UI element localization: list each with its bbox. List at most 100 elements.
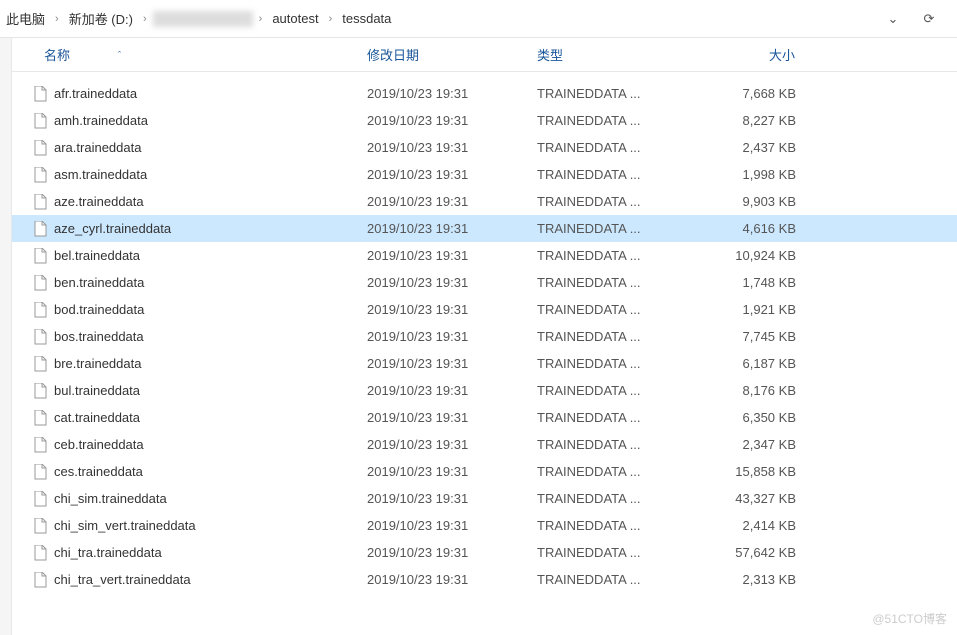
file-row[interactable]: ceb.traineddata2019/10/23 19:31TRAINEDDA…	[12, 431, 957, 458]
file-type: TRAINEDDATA ...	[537, 491, 702, 506]
file-date: 2019/10/23 19:31	[367, 437, 537, 452]
breadcrumb[interactable]: 此电脑›新加卷 (D:)››autotest›tessdata	[0, 7, 875, 30]
file-row[interactable]: ara.traineddata2019/10/23 19:31TRAINEDDA…	[12, 134, 957, 161]
file-name: ceb.traineddata	[54, 437, 144, 452]
file-row[interactable]: asm.traineddata2019/10/23 19:31TRAINEDDA…	[12, 161, 957, 188]
file-type: TRAINEDDATA ...	[537, 464, 702, 479]
refresh-button[interactable]: ⟳	[911, 0, 947, 37]
file-icon	[32, 409, 48, 427]
sort-indicator-icon: ˆ	[118, 50, 121, 60]
file-row[interactable]: chi_tra_vert.traineddata 2019/10/23 19:31…	[12, 566, 957, 593]
file-date: 2019/10/23 19:31	[367, 410, 537, 425]
history-dropdown-button[interactable]: ⌄	[875, 0, 911, 37]
file-type: TRAINEDDATA ...	[537, 356, 702, 371]
file-name: afr.traineddata	[54, 86, 137, 101]
file-date: 2019/10/23 19:31	[367, 572, 537, 587]
file-date: 2019/10/23 19:31	[367, 464, 537, 479]
file-size: 8,227 KB	[702, 113, 812, 128]
file-date: 2019/10/23 19:31	[367, 248, 537, 263]
address-bar: 此电脑›新加卷 (D:)››autotest›tessdata ⌄ ⟳	[0, 0, 957, 38]
file-list: afr.traineddata2019/10/23 19:31TRAINEDDA…	[12, 72, 957, 593]
breadcrumb-item[interactable]: 新加卷 (D:)	[65, 7, 137, 30]
file-size: 6,187 KB	[702, 356, 812, 371]
file-row[interactable]: bre.traineddata2019/10/23 19:31TRAINEDDA…	[12, 350, 957, 377]
file-date: 2019/10/23 19:31	[367, 86, 537, 101]
header-name[interactable]: 名称 ˆ	[12, 45, 367, 64]
file-size: 9,903 KB	[702, 194, 812, 209]
file-type: TRAINEDDATA ...	[537, 302, 702, 317]
header-date[interactable]: 修改日期	[367, 45, 537, 64]
file-icon	[32, 166, 48, 184]
file-name: aze.traineddata	[54, 194, 144, 209]
file-row[interactable]: chi_sim_vert.traineddata2019/10/23 19:31…	[12, 512, 957, 539]
file-size: 43,327 KB	[702, 491, 812, 506]
file-icon	[32, 85, 48, 103]
file-row[interactable]: chi_tra.traineddata2019/10/23 19:31TRAIN…	[12, 539, 957, 566]
header-size[interactable]: 大小	[702, 45, 812, 64]
file-row[interactable]: bos.traineddata2019/10/23 19:31TRAINEDDA…	[12, 323, 957, 350]
file-type: TRAINEDDATA ...	[537, 545, 702, 560]
file-name: chi_sim.traineddata	[54, 491, 167, 506]
file-row[interactable]: ces.traineddata 2019/10/23 19:31TRAINEDDA…	[12, 458, 957, 485]
refresh-icon: ⟳	[924, 11, 935, 27]
breadcrumb-item[interactable]: 此电脑	[2, 7, 49, 30]
file-type: TRAINEDDATA ...	[537, 383, 702, 398]
file-icon	[32, 193, 48, 211]
file-row[interactable]: bel.traineddata 2019/10/23 19:31TRAINEDDA…	[12, 242, 957, 269]
file-date: 2019/10/23 19:31	[367, 221, 537, 236]
file-type: TRAINEDDATA ...	[537, 194, 702, 209]
file-name: bos.traineddata	[54, 329, 144, 344]
breadcrumb-item[interactable]: tessdata	[338, 9, 395, 28]
file-panel: 名称 ˆ 修改日期 类型 大小 afr.traineddata 2019/10/2…	[12, 38, 957, 635]
file-icon	[32, 436, 48, 454]
file-icon	[32, 247, 48, 265]
file-row[interactable]: bod.traineddata2019/10/23 19:31TRAINEDDA…	[12, 296, 957, 323]
file-type: TRAINEDDATA ...	[537, 572, 702, 587]
breadcrumb-separator-icon: ›	[329, 13, 333, 25]
file-name: cat.traineddata	[54, 410, 140, 425]
file-size: 6,350 KB	[702, 410, 812, 425]
sidebar-strip	[0, 38, 12, 635]
file-icon	[32, 328, 48, 346]
file-icon	[32, 517, 48, 535]
header-type[interactable]: 类型	[537, 45, 702, 64]
header-type-label: 类型	[537, 48, 563, 63]
file-name: asm.traineddata	[54, 167, 147, 182]
file-name: ces.traineddata	[54, 464, 143, 479]
file-name: aze_cyrl.traineddata	[54, 221, 171, 236]
file-row[interactable]: amh.traineddata2019/10/23 19:31TRAINEDDA…	[12, 107, 957, 134]
file-type: TRAINEDDATA ...	[537, 248, 702, 263]
file-name: chi_tra_vert.traineddata	[54, 572, 191, 587]
header-name-label: 名称	[44, 45, 70, 64]
chevron-down-icon: ⌄	[888, 11, 899, 27]
file-row[interactable]: aze.traineddata2019/10/23 19:31TRAINEDDA…	[12, 188, 957, 215]
file-icon	[32, 544, 48, 562]
file-row[interactable]: chi_sim.traineddata2019/10/23 19:31TRAIN…	[12, 485, 957, 512]
file-row[interactable]: bul.traineddata2019/10/23 19:31TRAINEDDA…	[12, 377, 957, 404]
file-icon	[32, 571, 48, 589]
file-size: 2,437 KB	[702, 140, 812, 155]
file-name: chi_sim_vert.traineddata	[54, 518, 196, 533]
file-size: 2,414 KB	[702, 518, 812, 533]
content-area: 名称 ˆ 修改日期 类型 大小 afr.traineddata 2019/10/2…	[0, 38, 957, 635]
file-type: TRAINEDDATA ...	[537, 167, 702, 182]
file-row[interactable]: ben.traineddata2019/10/23 19:31TRAINEDDA…	[12, 269, 957, 296]
file-name: amh.traineddata	[54, 113, 148, 128]
file-row[interactable]: afr.traineddata2019/10/23 19:31TRAINEDDA…	[12, 80, 957, 107]
file-row[interactable]: cat.traineddata 2019/10/23 19:31TRAINEDDA…	[12, 404, 957, 431]
file-date: 2019/10/23 19:31	[367, 275, 537, 290]
file-icon	[32, 274, 48, 292]
file-type: TRAINEDDATA ...	[537, 518, 702, 533]
file-name: ara.traineddata	[54, 140, 141, 155]
header-date-label: 修改日期	[367, 48, 419, 63]
file-type: TRAINEDDATA ...	[537, 410, 702, 425]
file-name: bod.traineddata	[54, 302, 144, 317]
breadcrumb-item[interactable]: autotest	[268, 9, 322, 28]
file-name: bel.traineddata	[54, 248, 140, 263]
breadcrumb-separator-icon: ›	[143, 13, 147, 25]
file-size: 1,748 KB	[702, 275, 812, 290]
breadcrumb-item[interactable]	[153, 11, 253, 27]
file-row[interactable]: aze_cyrl.traineddata2019/10/23 19:31TRAI…	[12, 215, 957, 242]
file-date: 2019/10/23 19:31	[367, 356, 537, 371]
file-icon	[32, 463, 48, 481]
